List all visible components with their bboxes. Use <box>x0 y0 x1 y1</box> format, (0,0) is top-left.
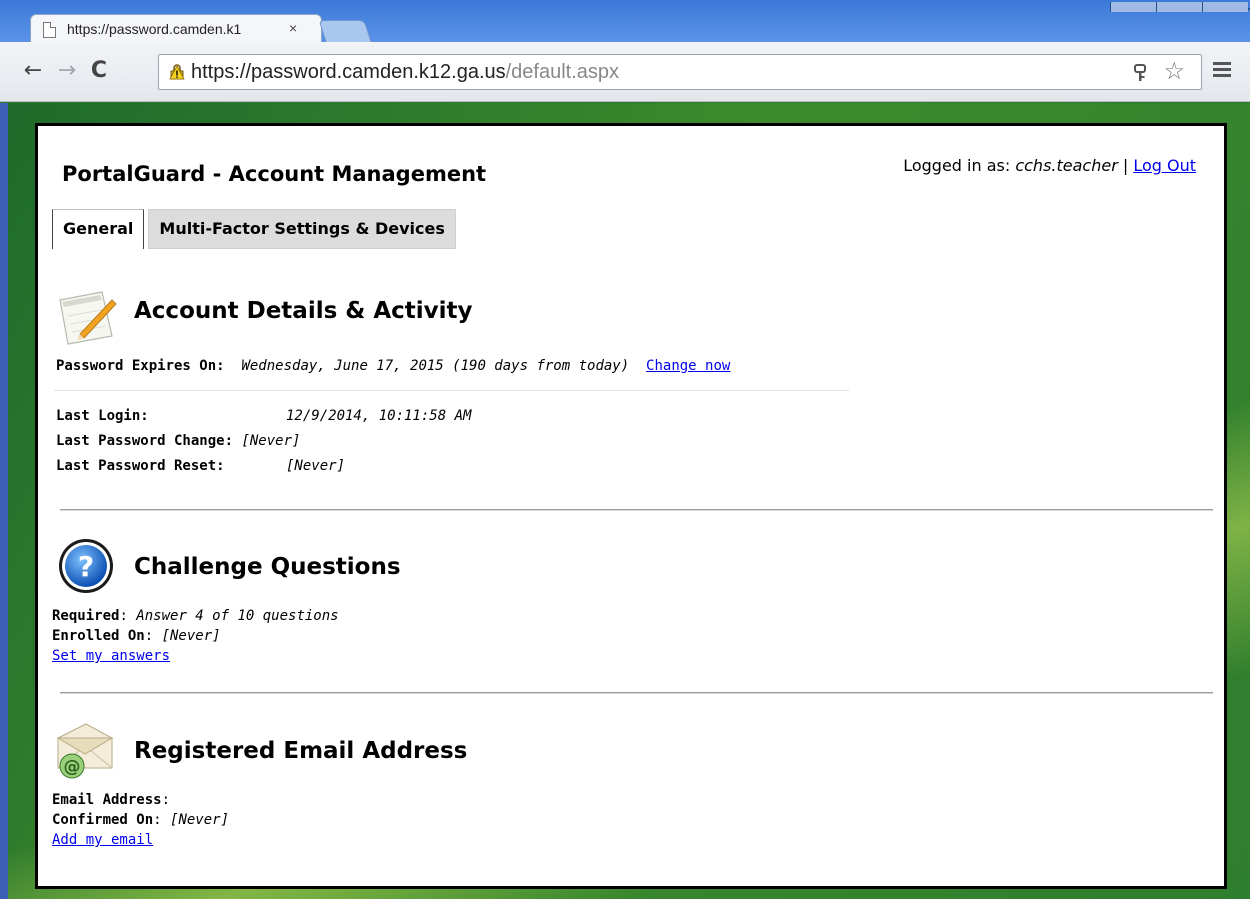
browser-tabstrip: https://password.camden.k1 × <box>0 0 1250 44</box>
url-path: /default.aspx <box>505 61 620 83</box>
browser-tab-title: https://password.camden.k1 <box>67 21 242 37</box>
add-email-link[interactable]: Add my email <box>52 832 153 848</box>
required-label: Required <box>52 608 120 624</box>
address-url: https://password.camden.k12.ga.us/defaul… <box>191 55 619 89</box>
last-login-label: Last Login: <box>56 408 149 424</box>
last-password-change-value: [Never] <box>241 433 301 449</box>
window-controls <box>1110 0 1250 12</box>
key-icon[interactable] <box>1133 64 1147 82</box>
page-icon <box>43 22 56 38</box>
challenge-section-title: Challenge Questions <box>134 554 401 580</box>
minimize-button[interactable] <box>1110 2 1156 12</box>
logged-in-prefix: Logged in as: <box>903 156 1016 175</box>
enrolled-label: Enrolled On <box>52 628 145 644</box>
tab-general[interactable]: General <box>52 209 145 249</box>
email-section-title: Registered Email Address <box>134 738 468 764</box>
change-now-link[interactable]: Change now <box>646 358 730 374</box>
email-envelope-icon: @ <box>56 723 114 779</box>
svg-text:?: ? <box>78 550 94 583</box>
last-login-row: Last Login: 12/9/2014, 10:11:58 AM <box>56 408 471 424</box>
section-divider <box>60 509 1213 511</box>
email-address-label: Email Address <box>52 792 162 808</box>
lock-warning-icon[interactable] <box>169 64 185 80</box>
account-section-title: Account Details & Activity <box>134 298 473 324</box>
add-email-row: Add my email <box>52 832 153 848</box>
username: cchs.teacher <box>1015 156 1118 175</box>
password-expires-label: Password Expires On: <box>56 358 225 374</box>
section-divider <box>60 692 1213 694</box>
logged-in-status: Logged in as: cchs.teacher | Log Out <box>903 156 1196 175</box>
svg-text:@: @ <box>64 757 81 777</box>
back-arrow-icon[interactable]: ← <box>18 56 48 86</box>
challenge-required-row: Required: Answer 4 of 10 questions <box>52 608 339 624</box>
tab-multi-factor[interactable]: Multi-Factor Settings & Devices <box>148 209 456 249</box>
window-close-button[interactable] <box>1202 2 1248 12</box>
last-password-change-row: Last Password Change: [Never] <box>56 433 300 449</box>
notepad-icon <box>59 291 117 345</box>
last-password-reset-value: [Never] <box>286 458 346 474</box>
tab-bar: General Multi-Factor Settings & Devices <box>52 209 456 249</box>
page-title: PortalGuard - Account Management <box>62 162 487 186</box>
details-separator <box>54 390 849 391</box>
last-password-change-label: Last Password Change: <box>56 433 234 449</box>
forward-arrow-icon[interactable]: → <box>52 56 82 86</box>
challenge-enrolled-row: Enrolled On: [Never] <box>52 628 221 644</box>
maximize-button[interactable] <box>1156 2 1202 12</box>
browser-toolbar: ← → C https://password.camden.k12.ga.us/… <box>0 42 1250 102</box>
account-management-panel: PortalGuard - Account Management Logged … <box>35 123 1227 889</box>
last-login-value: 12/9/2014, 10:11:58 AM <box>286 408 472 424</box>
separator: | <box>1117 156 1134 175</box>
email-address-row: Email Address: <box>52 792 171 808</box>
question-mark-icon: ? <box>59 539 113 593</box>
address-bar[interactable]: https://password.camden.k12.ga.us/defaul… <box>158 54 1202 90</box>
menu-icon[interactable] <box>1213 62 1231 78</box>
window-left-edge <box>0 103 8 899</box>
enrolled-value: [Never] <box>161 628 221 644</box>
close-icon[interactable]: × <box>289 20 297 36</box>
confirmed-value: [Never] <box>170 812 230 828</box>
reload-icon[interactable]: C <box>84 56 114 86</box>
password-expires-row: Password Expires On: Wednesday, June 17,… <box>56 358 730 374</box>
logout-link[interactable]: Log Out <box>1133 156 1196 175</box>
required-value: Answer 4 of 10 questions <box>136 608 339 624</box>
confirmed-label: Confirmed On <box>52 812 154 828</box>
last-password-reset-row: Last Password Reset: [Never] <box>56 458 345 474</box>
email-confirmed-row: Confirmed On: [Never] <box>52 812 230 828</box>
last-password-reset-label: Last Password Reset: <box>56 458 225 474</box>
browser-tab-active[interactable]: https://password.camden.k1 × <box>30 14 322 44</box>
url-host: https://password.camden.k12.ga.us <box>191 61 506 83</box>
star-icon[interactable]: ☆ <box>1163 55 1185 89</box>
set-answers-row: Set my answers <box>52 648 170 664</box>
new-tab-button[interactable] <box>318 20 372 42</box>
password-expires-value: Wednesday, June 17, 2015 (190 days from … <box>241 358 630 374</box>
set-answers-link[interactable]: Set my answers <box>52 648 170 664</box>
